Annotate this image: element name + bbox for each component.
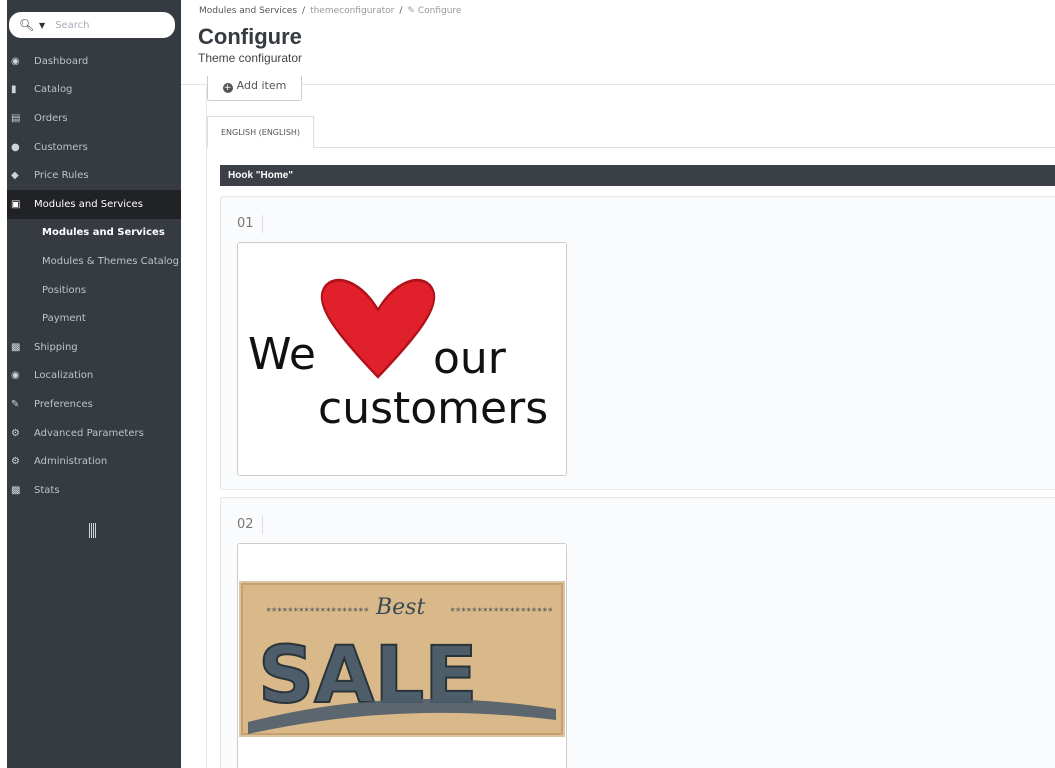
submenu-item-positions[interactable]: Positions [7, 276, 181, 305]
svg-text:*******************: ******************* [450, 607, 553, 617]
truck-icon: ▩ [11, 341, 21, 353]
page-subtitle: Theme configurator [198, 51, 303, 65]
svg-text:*******************: ******************* [266, 607, 369, 617]
image-text-best: Best [375, 595, 425, 620]
sidebar-item-stats[interactable]: ▩ Stats [7, 476, 181, 505]
globe-icon: ◉ [11, 370, 20, 382]
sidebar-item-label: Preferences [34, 398, 93, 410]
sidebar-item-label: Orders [34, 112, 68, 124]
best-sale-image: ******************* ******************* … [238, 544, 566, 768]
puzzle-icon: ▣ [11, 198, 21, 210]
wrench-icon: ✎ [11, 398, 20, 410]
dashboard-icon: ◉ [11, 55, 20, 67]
sidebar-item-modules-and-services[interactable]: ▣ Modules and Services [7, 189, 181, 219]
sidebar-item-dashboard[interactable]: ◉ Dashboard [7, 47, 181, 76]
bar-chart-icon: ▩ [11, 484, 21, 496]
sidebar-item-label: Stats [34, 484, 60, 496]
tags-icon: ◆ [11, 170, 19, 182]
sidebar: 🔍︎ ▼ Search ◉ Dashboard ▮ Catalog ▤ Orde… [0, 0, 181, 768]
submenu-item-label: Payment [42, 313, 86, 325]
tab-divider [314, 147, 1055, 148]
hook-title: Hook "Home" [228, 170, 294, 181]
breadcrumb-separator: / [302, 6, 306, 16]
sidebar-item-localization[interactable]: ◉ Localization [7, 362, 181, 391]
tab-english[interactable]: ENGLISH (ENGLISH) [207, 116, 314, 148]
sidebar-item-label: Dashboard [34, 55, 89, 67]
search-box[interactable]: 🔍︎ ▼ Search [9, 12, 175, 38]
submenu-item-modules-and-services[interactable]: Modules and Services [7, 219, 181, 248]
sidebar-item-shipping[interactable]: ▩ Shipping [7, 333, 181, 362]
item-image[interactable]: We our customers [237, 242, 567, 476]
sidebar-item-preferences[interactable]: ✎ Preferences [7, 390, 181, 419]
hook-header: Hook "Home" [220, 165, 1055, 186]
sidebar-item-label: Administration [34, 456, 108, 468]
sidebar-item-orders[interactable]: ▤ Orders [7, 104, 181, 133]
sidebar-item-label: Catalog [34, 84, 73, 96]
handle-bar [95, 523, 96, 538]
breadcrumb-item-modules[interactable]: Modules and Services [199, 6, 297, 16]
submenu-item-label: Modules & Themes Catalog [42, 255, 180, 267]
breadcrumb-separator: / [399, 6, 403, 16]
sidebar-item-price-rules[interactable]: ◆ Price Rules [7, 161, 181, 190]
book-icon: ▮ [11, 84, 17, 96]
image-text-customers: customers [318, 383, 548, 434]
sidebar-menu: ◉ Dashboard ▮ Catalog ▤ Orders ● Custome… [7, 47, 181, 505]
item-panel: 01 We our customers [220, 196, 1055, 490]
chevron-down-icon[interactable]: ▼ [39, 21, 45, 30]
page-title: Configure [198, 24, 302, 49]
we-love-customers-image: We our customers [238, 243, 566, 475]
sidebar-item-catalog[interactable]: ▮ Catalog [7, 76, 181, 105]
wrench-icon: ✎ [407, 6, 415, 16]
item-number: 02 [237, 516, 263, 534]
credit-card-icon: ▤ [11, 112, 21, 124]
sidebar-left-strip [0, 0, 7, 768]
image-text-we: We [248, 329, 316, 380]
sidebar-item-label: Price Rules [34, 170, 89, 182]
image-text-our: our [433, 333, 507, 384]
content-divider [206, 86, 207, 768]
item-number: 01 [237, 215, 263, 233]
search-icon[interactable]: 🔍︎ [19, 18, 39, 32]
submenu-item-label: Modules and Services [42, 227, 165, 239]
cogs-icon: ⚙ [11, 427, 20, 439]
handle-bar [93, 523, 94, 538]
sidebar-item-label: Advanced Parameters [34, 427, 144, 439]
sidebar-collapse-handle[interactable] [89, 523, 97, 538]
submenu-item-payment[interactable]: Payment [7, 304, 181, 333]
breadcrumb-item-module[interactable]: themeconfigurator [310, 6, 394, 16]
main-content: + Add item ENGLISH (ENGLISH) Hook "Home"… [181, 76, 1055, 768]
sidebar-item-customers[interactable]: ● Customers [7, 133, 181, 162]
search-input[interactable]: Search [55, 20, 89, 31]
page-header: Modules and Services / themeconfigurator / ✎… [181, 0, 1055, 85]
sidebar-item-administration[interactable]: ⚙ Administration [7, 447, 181, 476]
cog-icon: ⚙ [11, 456, 20, 468]
submenu-item-label: Positions [42, 284, 87, 296]
sidebar-item-advanced-parameters[interactable]: ⚙ Advanced Parameters [7, 419, 181, 448]
item-panel: 02 ******************* *****************… [220, 497, 1055, 768]
handle-bar [89, 523, 90, 538]
add-item-button[interactable]: + Add item [207, 76, 302, 101]
add-item-label: Add item [236, 78, 287, 92]
item-image[interactable]: ******************* ******************* … [237, 543, 567, 768]
users-icon: ● [11, 141, 20, 153]
sidebar-item-label: Customers [34, 141, 88, 153]
breadcrumb-item-current: Configure [417, 6, 462, 16]
sidebar-item-label: Shipping [34, 341, 78, 353]
handle-bar [91, 523, 92, 538]
submenu-item-modules-themes-catalog[interactable]: Modules & Themes Catalog [7, 247, 181, 276]
sidebar-item-label: Modules and Services [34, 198, 143, 210]
plus-circle-icon: + [222, 83, 233, 93]
sidebar-item-label: Localization [34, 370, 94, 382]
tab-label: ENGLISH (ENGLISH) [220, 127, 301, 137]
app-root: 🔍︎ ▼ Search ◉ Dashboard ▮ Catalog ▤ Orde… [0, 0, 1055, 768]
breadcrumb: Modules and Services / themeconfigurator / ✎… [199, 6, 461, 16]
